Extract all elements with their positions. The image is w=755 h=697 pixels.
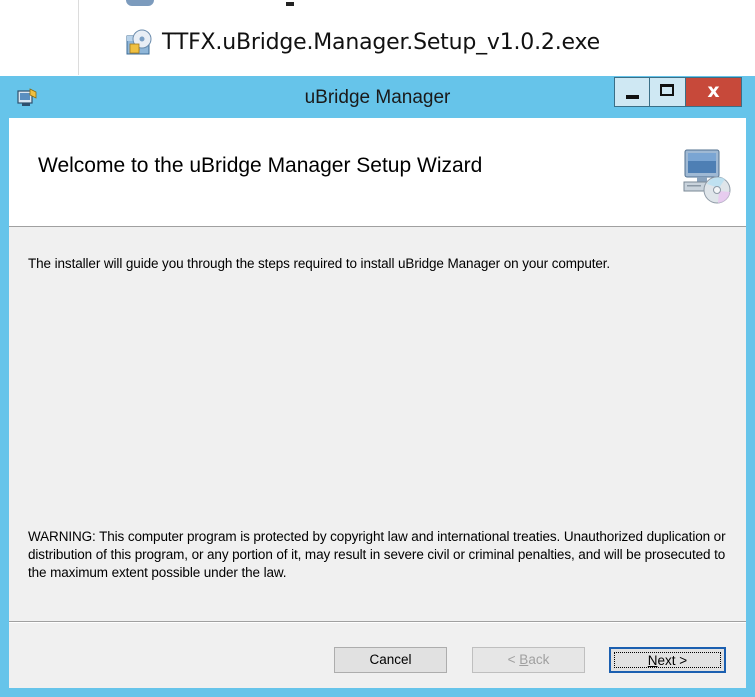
back-rest: ack <box>528 652 550 667</box>
file-row-partial[interactable] <box>126 0 316 10</box>
next-rest: ext > <box>657 653 688 668</box>
banner-title: Welcome to the uBridge Manager Setup Wiz… <box>38 154 483 177</box>
cancel-button[interactable]: Cancel <box>334 647 447 673</box>
partial-file-icon <box>126 0 154 6</box>
minimize-button[interactable] <box>614 77 650 107</box>
back-mnemonic: B <box>519 652 529 667</box>
file-row-installer[interactable]: TTFX.uBridge.Manager.Setup_v1.0.2.exe <box>124 24 600 60</box>
button-separator <box>9 621 746 623</box>
computer-cd-icon <box>681 148 733 206</box>
installer-package-icon <box>124 27 154 57</box>
explorer-divider <box>78 0 79 75</box>
maximize-button[interactable] <box>650 77 686 107</box>
minimize-icon <box>626 95 639 99</box>
back-prefix: < <box>507 652 520 667</box>
back-button[interactable]: < Back <box>472 647 585 673</box>
close-icon: x <box>707 80 720 102</box>
close-button[interactable]: x <box>686 77 742 107</box>
wizard-client-area: Welcome to the uBridge Manager Setup Wiz… <box>9 118 746 688</box>
setup-wizard-window: uBridge Manager x Welcome to the uBridge… <box>0 76 755 697</box>
next-label: Next > <box>648 653 687 668</box>
intro-text: The installer will guide you through the… <box>28 256 611 271</box>
maximize-icon <box>660 84 674 96</box>
partial-file-name <box>286 2 294 6</box>
next-mnemonic: N <box>647 653 658 668</box>
explorer-file-list: TTFX.uBridge.Manager.Setup_v1.0.2.exe <box>0 0 755 75</box>
next-button[interactable]: Next > <box>609 647 726 673</box>
title-bar[interactable]: uBridge Manager x <box>0 76 755 118</box>
file-name: TTFX.uBridge.Manager.Setup_v1.0.2.exe <box>162 29 600 55</box>
wizard-banner: Welcome to the uBridge Manager Setup Wiz… <box>9 118 746 227</box>
copyright-warning: WARNING: This computer program is protec… <box>28 529 726 580</box>
